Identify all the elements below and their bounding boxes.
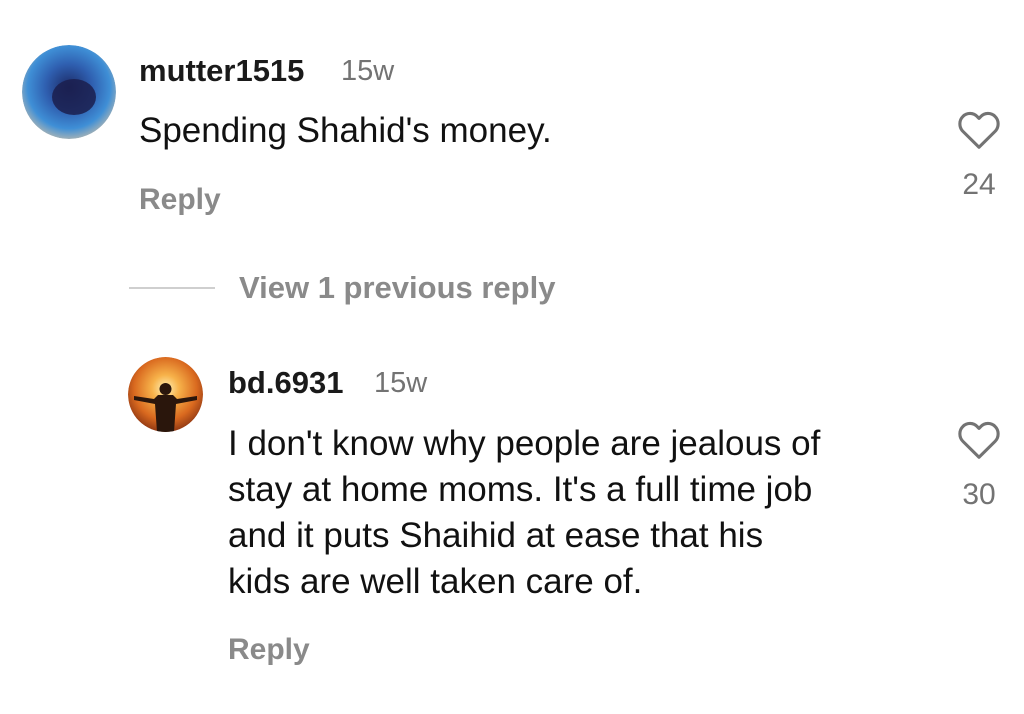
reply-text-line: I don't know why people are jealous of [228,424,821,463]
heart-outline-icon [958,111,1000,149]
like-button[interactable] [957,420,1001,460]
divider [129,287,215,289]
heart-outline-icon [958,421,1000,459]
comment-username[interactable]: mutter1515 [139,53,304,89]
like-count: 30 [962,478,996,511]
reply-button[interactable]: Reply [228,633,310,667]
reply-text-line: kids are well taken care of. [228,562,643,601]
reply-text-line: stay at home moms. It's a full time job [228,470,813,509]
view-previous-replies-button[interactable]: View 1 previous reply [239,270,555,306]
like-count: 24 [962,168,996,201]
reply-text: I don't know why people are jealous of s… [228,421,928,605]
reply-text-line: and it puts Shaihid at ease that his [228,516,764,555]
reply-timestamp: 15w [374,367,428,399]
reply-button[interactable]: Reply [139,183,221,217]
like-button[interactable] [957,110,1001,150]
comment-timestamp: 15w [341,55,395,87]
avatar[interactable] [22,45,116,139]
avatar[interactable] [128,357,203,432]
reply-username[interactable]: bd.6931 [228,365,343,401]
comment-text: Spending Shahid's money. [139,111,552,150]
